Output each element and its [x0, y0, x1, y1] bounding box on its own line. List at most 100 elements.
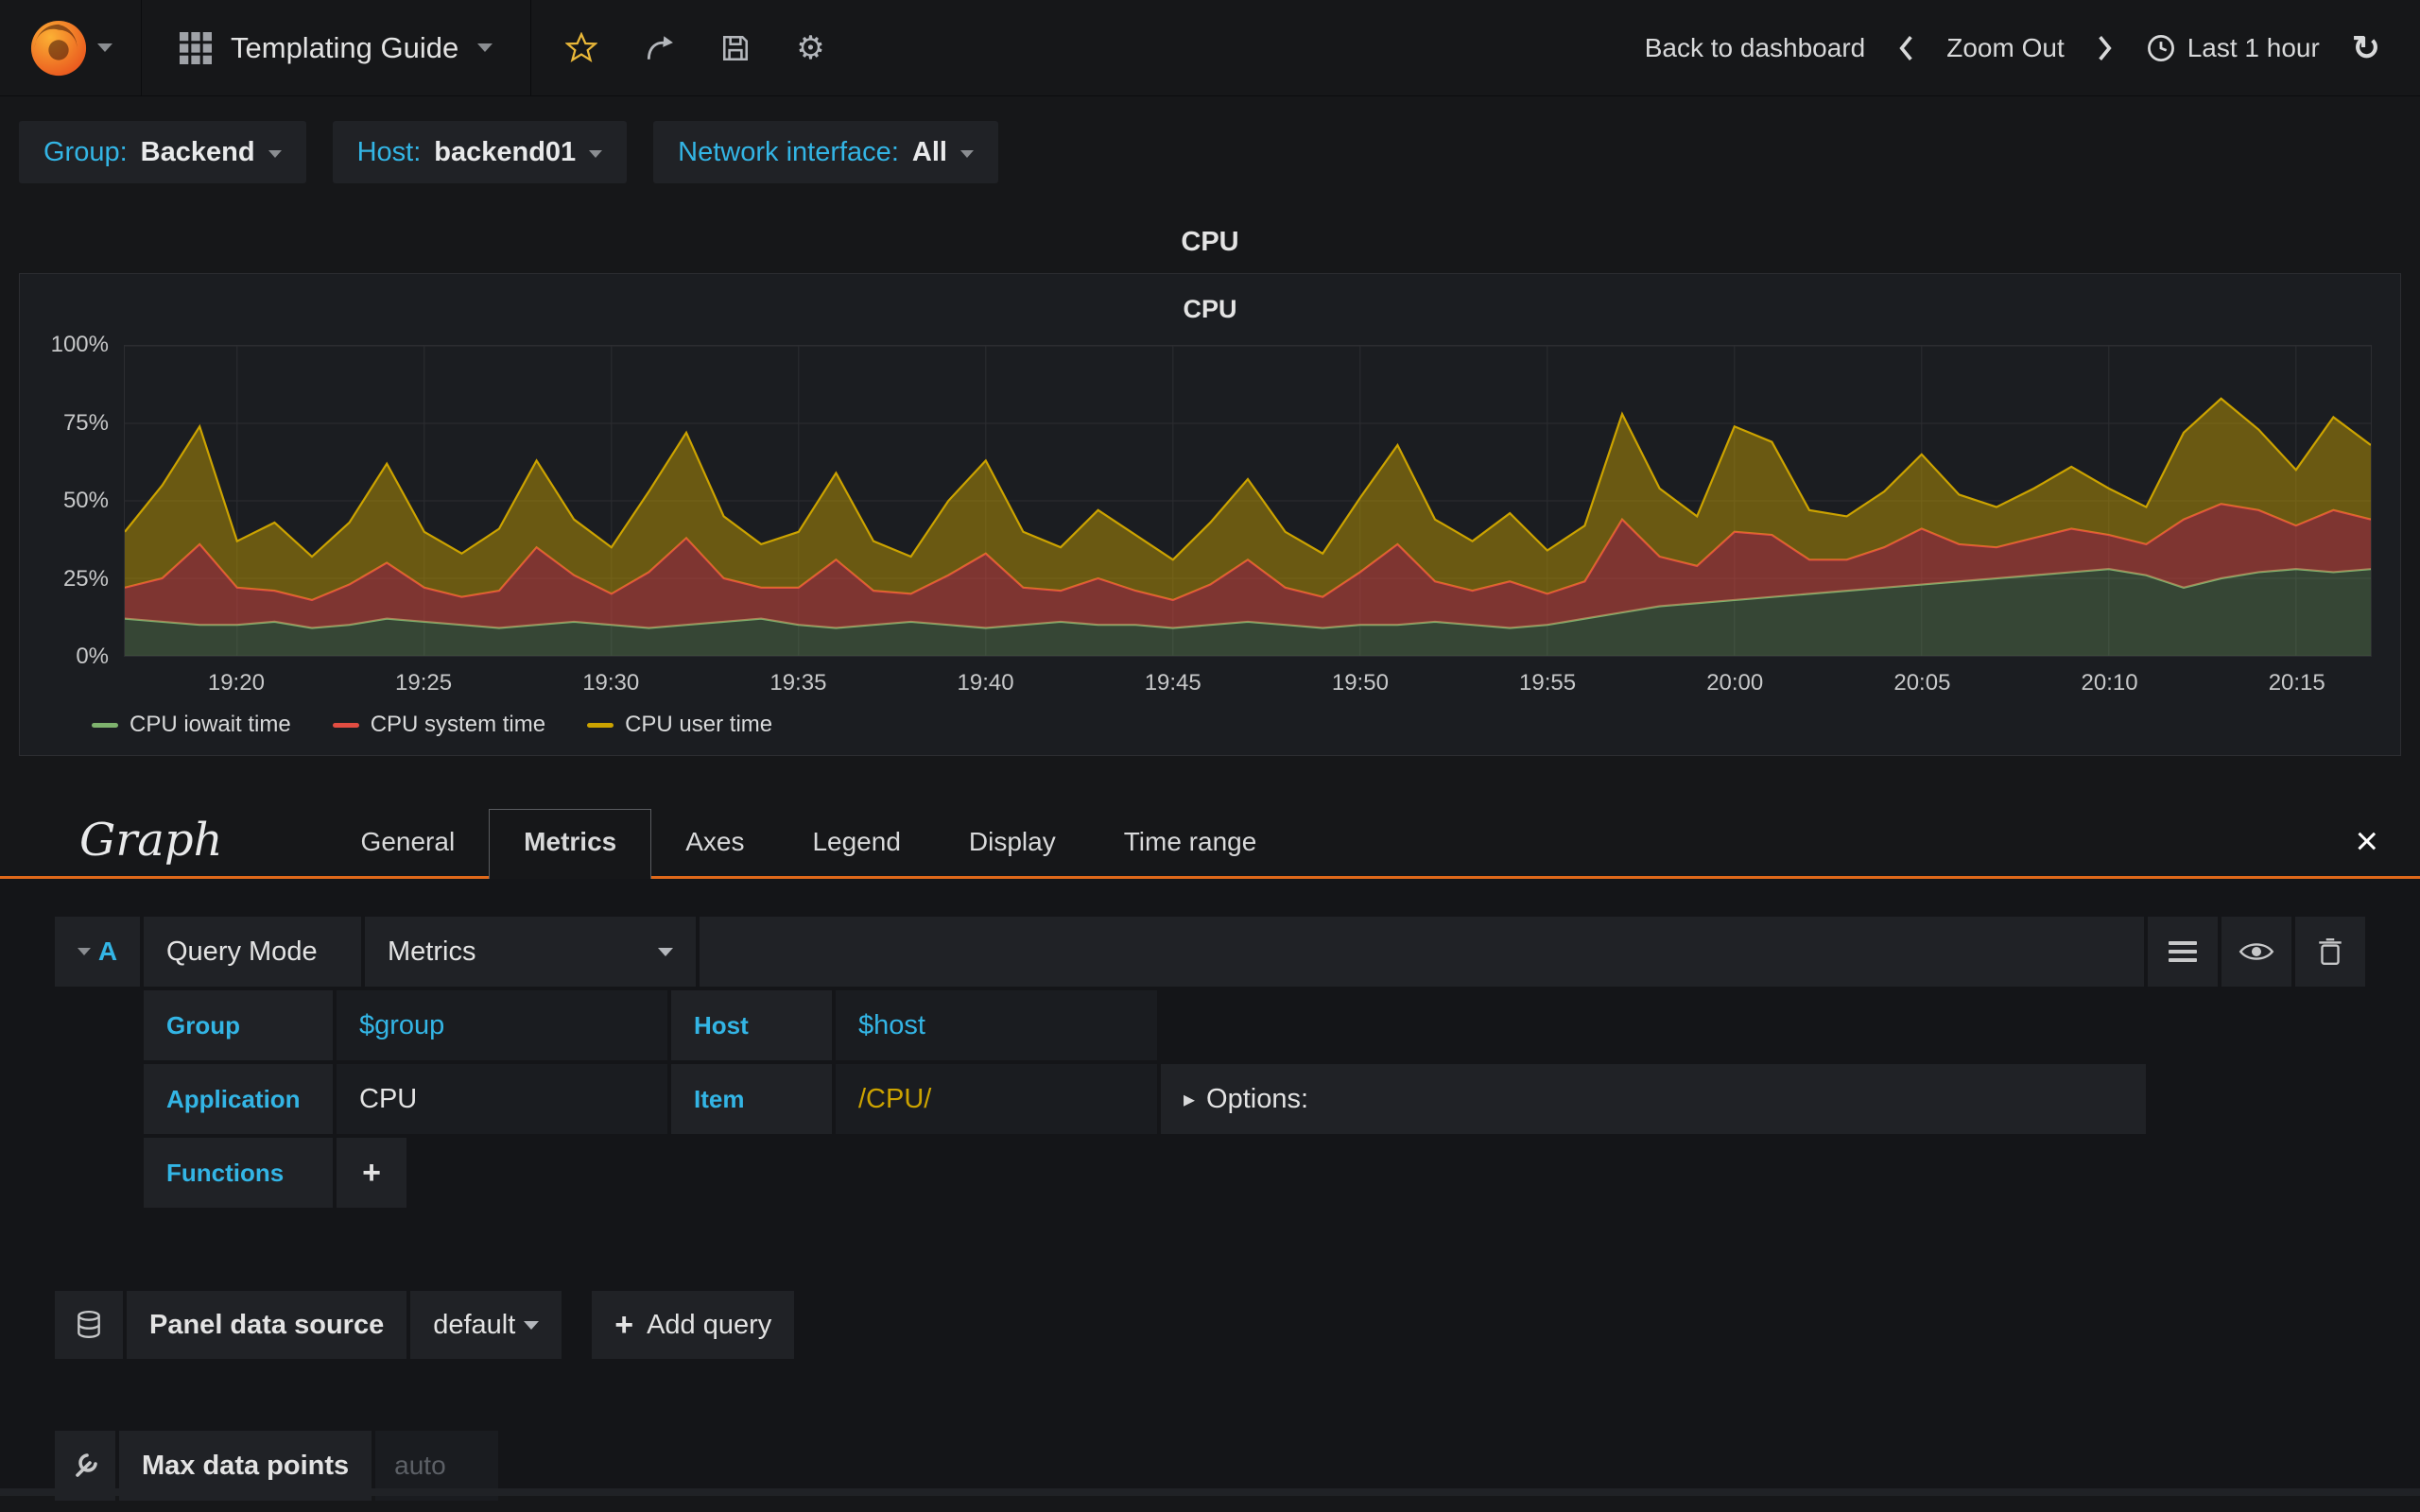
legend-item-iowait[interactable]: CPU iowait time [92, 712, 291, 738]
time-shift-back-button[interactable] [1897, 34, 1914, 62]
chevron-right-icon [2098, 35, 2112, 60]
y-axis: 100% 75% 50% 25% 0% [43, 332, 124, 669]
panel-header-title[interactable]: CPU [0, 227, 2420, 258]
x-tick-label: 20:15 [2268, 670, 2325, 696]
tab-time-range[interactable]: Time range [1090, 810, 1291, 876]
host-label: Host [671, 990, 832, 1060]
add-function-button[interactable]: + [337, 1138, 406, 1208]
query-delete-button[interactable] [2295, 917, 2365, 987]
variable-group-dropdown[interactable]: Group: Backend [19, 121, 306, 183]
time-range-label: Last 1 hour [2187, 32, 2320, 62]
chevron-down-icon [77, 948, 91, 955]
zoom-out-button[interactable]: Zoom Out [1946, 33, 2064, 63]
group-input[interactable]: $group [337, 990, 667, 1060]
back-to-dashboard-button[interactable]: Back to dashboard [1645, 33, 1866, 63]
chart-legend: CPU iowait time CPU system time CPU user… [20, 708, 2400, 746]
tab-legend[interactable]: Legend [778, 810, 934, 876]
navbar-right: Back to dashboard Zoom Out Last 1 hour ↻ [1645, 27, 2420, 67]
x-tick-label: 19:40 [957, 670, 1014, 696]
variable-netif-dropdown[interactable]: Network interface: All [653, 121, 998, 183]
y-tick-label: 25% [62, 565, 109, 592]
share-button[interactable] [643, 33, 675, 63]
query-row-a: A Query Mode Metrics [55, 917, 2365, 987]
dashboard-title-menu[interactable]: Templating Guide [142, 0, 532, 95]
dashboard-title: Templating Guide [231, 30, 459, 64]
query-row-filler [700, 917, 2144, 987]
chevron-down-icon [959, 150, 974, 158]
settings-button[interactable]: ⚙ [796, 32, 824, 64]
x-tick-label: 20:10 [2081, 670, 2138, 696]
datasource-dropdown[interactable]: default [410, 1291, 562, 1359]
save-button[interactable] [720, 33, 751, 63]
x-tick-label: 19:25 [395, 670, 453, 696]
x-tick-label: 19:55 [1519, 670, 1577, 696]
item-label: Item [671, 1064, 832, 1134]
query-mode-dropdown[interactable]: Metrics [365, 917, 696, 987]
y-tick-label: 0% [76, 644, 109, 669]
group-label: Group [144, 990, 333, 1060]
item-input[interactable]: /CPU/ [836, 1064, 1157, 1134]
plus-icon: + [362, 1155, 381, 1191]
x-tick-label: 19:35 [769, 670, 827, 696]
query-collapse-toggle[interactable]: A [55, 917, 140, 987]
datasource-label: Panel data source [127, 1291, 407, 1359]
add-query-button[interactable]: + Add query [592, 1291, 795, 1359]
close-editor-button[interactable]: × [2355, 821, 2378, 876]
tab-metrics[interactable]: Metrics [489, 809, 652, 879]
chevron-down-icon [477, 43, 493, 52]
y-tick-label: 100% [50, 332, 109, 357]
x-tick-label: 19:50 [1331, 670, 1389, 696]
eye-icon [2238, 943, 2274, 960]
query-toggle-visibility-button[interactable] [2221, 917, 2291, 987]
query-row-functions: Functions + [144, 1138, 2365, 1208]
options-toggle[interactable]: ▸ Options: [1161, 1064, 2146, 1134]
legend-item-user[interactable]: CPU user time [587, 712, 772, 738]
star-icon [565, 31, 598, 62]
time-picker-button[interactable]: Last 1 hour [2146, 33, 2320, 63]
chevron-left-icon [1899, 35, 1913, 60]
metrics-tab-content: A Query Mode Metrics Group $group Host $… [0, 879, 2420, 1501]
refresh-icon: ↻ [2351, 27, 2380, 67]
chevron-down-icon [658, 947, 673, 956]
chevron-right-icon: ▸ [1184, 1086, 1196, 1112]
tab-display[interactable]: Display [935, 810, 1090, 876]
save-icon [723, 35, 749, 60]
gear-icon: ⚙ [796, 29, 825, 66]
chart-title: CPU [1183, 295, 1237, 323]
application-input[interactable]: CPU [337, 1064, 667, 1134]
query-menu-button[interactable] [2148, 917, 2218, 987]
chart-area: 100% 75% 50% 25% 0% [20, 332, 2400, 669]
y-tick-label: 50% [62, 488, 109, 513]
application-label: Application [144, 1064, 333, 1134]
navbar: Templating Guide ⚙ Back to dashboard Zoo… [0, 0, 2420, 96]
time-shift-forward-button[interactable] [2097, 34, 2114, 62]
legend-item-system[interactable]: CPU system time [332, 712, 545, 738]
stacked-area-chart [125, 346, 2371, 656]
clock-icon [2147, 34, 2174, 61]
chevron-down-icon [524, 1320, 540, 1330]
navbar-actions: ⚙ [565, 31, 825, 64]
x-axis: 19:20 19:25 19:30 19:35 19:40 19:45 19:50 19:55… [124, 662, 2372, 708]
refresh-button[interactable]: ↻ [2351, 27, 2380, 67]
legend-swatch-icon [587, 722, 614, 728]
tab-axes[interactable]: Axes [651, 810, 778, 876]
star-button[interactable] [565, 31, 598, 64]
grafana-menu-button[interactable] [0, 0, 142, 95]
host-input[interactable]: $host [836, 990, 1157, 1060]
query-mode-label: Query Mode [144, 917, 361, 987]
next-row-strip [0, 1488, 2420, 1496]
wrench-icon [76, 1453, 97, 1477]
tab-general[interactable]: General [327, 810, 490, 876]
template-variables-row: Group: Backend Host: backend01 Network i… [0, 96, 2420, 210]
datasource-icon-cell [55, 1291, 123, 1359]
grafana-logo-icon [30, 20, 86, 76]
panel-type-label: Graph [79, 814, 223, 867]
query-row-application-item: Application CPU Item /CPU/ ▸ Options: [144, 1064, 2365, 1134]
chevron-down-icon [589, 150, 603, 158]
chart-plot[interactable] [124, 345, 2372, 657]
legend-swatch-icon [92, 722, 118, 728]
variable-host-dropdown[interactable]: Host: backend01 [332, 121, 628, 183]
graph-panel: CPU 100% 75% 50% 25% 0% 19:20 19:25 19:30 1… [19, 273, 2401, 756]
menu-icon [2169, 950, 2197, 954]
panel-editor-header: Graph General Metrics Axes Legend Displa… [0, 809, 2420, 879]
